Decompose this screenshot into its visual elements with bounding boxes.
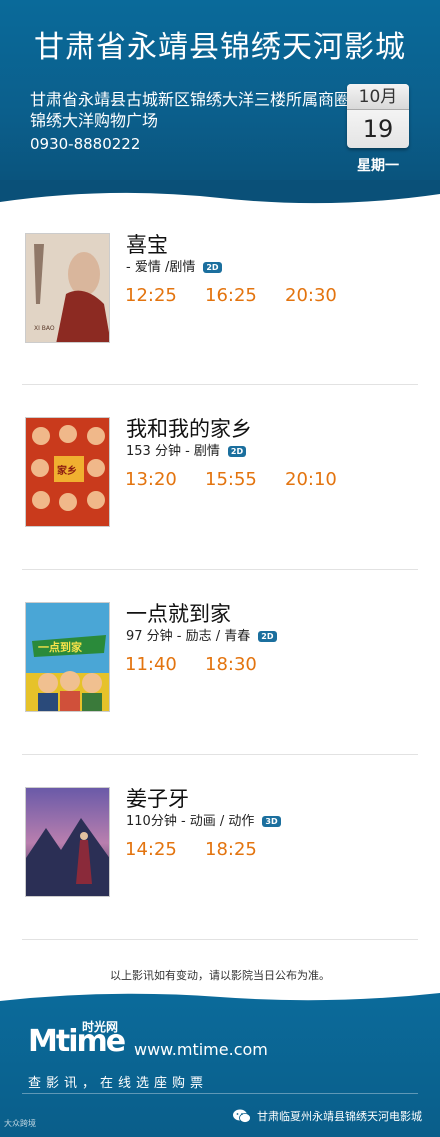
list-divider [22,569,418,570]
showtime[interactable]: 16:25 [205,285,285,306]
movie-duration-genre: 97 分钟 - 励志 / 青春 [126,629,251,644]
movie-duration-genre: 110分钟 - 动画 / 动作 [126,814,255,829]
footer-divider [22,1093,418,1094]
showtime-list: 14:25 18:25 [125,839,285,860]
movie-info: - 爱情 /剧情 2D [126,256,222,275]
movie-poster[interactable]: 家乡 [25,417,110,527]
movie-duration-genre: - 爱情 /剧情 [126,260,196,275]
footer-slogan: 查影讯，在线选座购票 [28,1076,209,1091]
movie-poster[interactable]: XI BAO [25,233,110,343]
svg-text:一点到家: 一点到家 [38,640,83,654]
2d-badge: 2D [258,631,277,642]
showtime[interactable]: 12:25 [125,285,205,306]
showtime-list: 11:40 18:30 [125,654,285,675]
list-divider [22,939,418,940]
movie-info: 110分钟 - 动画 / 动作 3D [126,810,281,829]
svg-text:家乡: 家乡 [57,464,77,477]
movie-title[interactable]: 喜宝 [126,229,168,259]
wechat-icon [233,1109,251,1123]
mtime-logo-cn: 时光网 [82,1020,119,1034]
wechat-account[interactable]: 甘肃临夏州永靖县锦绣天河电影城 [233,1108,422,1124]
2d-badge: 2D [227,446,247,457]
showtime[interactable]: 20:30 [285,285,365,306]
movie-item[interactable]: 一点到家 一点就到家 97 分钟 - 励志 / 青春 2D 11:40 18:30 [0,602,440,787]
movie-info: 97 分钟 - 励志 / 青春 2D [126,625,277,644]
footer-wave-divider [0,989,440,1001]
showtime[interactable]: 11:40 [125,654,205,675]
mtime-logo[interactable]: Mtime 时光网 [28,1020,128,1059]
movie-poster[interactable] [25,787,110,897]
schedule-notice: 以上影讯如有变动，请以影院当日公布为准。 [110,969,330,982]
list-divider [22,384,418,385]
mtime-footer: Mtime 时光网 www.mtime.com 查影讯，在线选座购票 大众跨境 … [0,989,440,1137]
cinema-address: 甘肃省永靖县古城新区锦绣大洋三楼所属商圈锦绣大洋购物广场 [30,90,351,130]
cinema-name: 甘肃省永靖县锦绣天河影城 [34,30,406,65]
site-url[interactable]: www.mtime.com [134,1040,268,1059]
showtime[interactable]: 18:30 [205,654,285,675]
movie-item[interactable]: XI BAO 喜宝 - 爱情 /剧情 2D 12:25 16:25 20:30 [0,233,440,418]
calendar-card: 10月 19 [347,84,409,148]
3d-badge: 3D [262,816,281,827]
cinema-header: 甘肃省永靖县锦绣天河影城 甘肃省永靖县古城新区锦绣大洋三楼所属商圈锦绣大洋购物广… [0,0,440,205]
showtime[interactable]: 18:25 [205,839,285,860]
movie-title[interactable]: 我和我的家乡 [126,413,252,443]
cinema-phone[interactable]: 0930-8880222 [30,135,140,153]
movie-title[interactable]: 一点就到家 [126,598,231,628]
movie-item[interactable]: 家乡 我和我的家乡 153 分钟 - 剧情 2D 13:20 15:55 20:1… [0,417,440,602]
header-wave-divider [0,180,440,220]
showtime-list: 12:25 16:25 20:30 [125,285,365,306]
showtime[interactable]: 20:10 [285,469,365,490]
wechat-account-name: 甘肃临夏州永靖县锦绣天河电影城 [257,1110,422,1123]
movie-info: 153 分钟 - 剧情 2D [126,440,247,459]
watermark: 大众跨境 [4,1119,36,1128]
date-weekday: 星期一 [357,158,399,174]
movie-poster[interactable]: 一点到家 [25,602,110,712]
date-day: 19 [362,115,394,143]
movie-item[interactable]: 姜子牙 110分钟 - 动画 / 动作 3D 14:25 18:25 [0,787,440,972]
showtime[interactable]: 13:20 [125,469,205,490]
showtime-list: 13:20 15:55 20:10 [125,469,365,490]
movie-title[interactable]: 姜子牙 [126,783,189,813]
list-divider [22,754,418,755]
2d-badge: 2D [203,262,222,273]
showtime[interactable]: 15:55 [205,469,285,490]
showtime[interactable]: 14:25 [125,839,205,860]
movie-duration-genre: 153 分钟 - 剧情 [126,444,220,459]
date-month: 10月 [347,84,409,110]
svg-text:XI BAO: XI BAO [34,325,55,332]
